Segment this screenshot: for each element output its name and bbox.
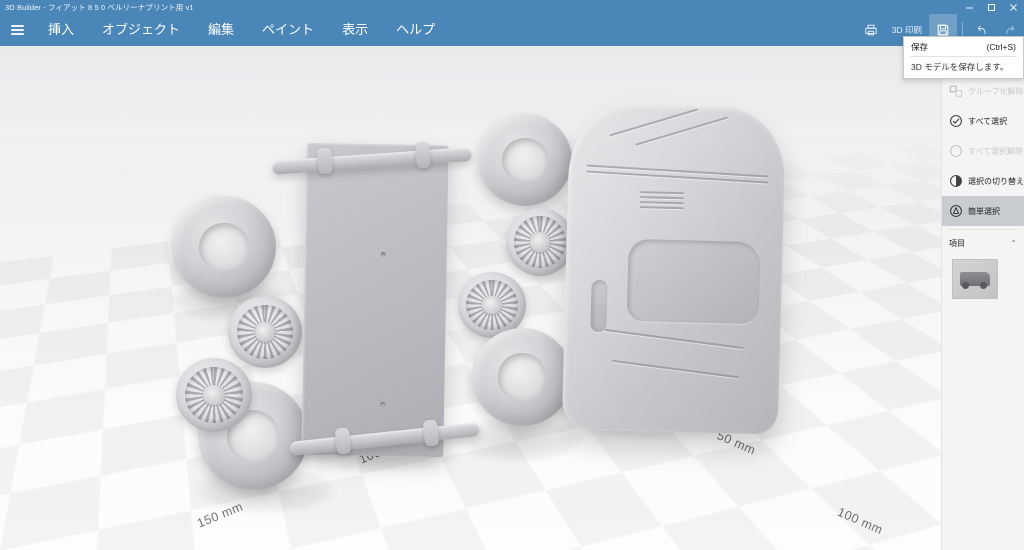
object-panel: グループ グループ化解除 すべて選択 すべて選択解除 — [941, 46, 1024, 550]
model-part-chassis-plate[interactable] — [301, 142, 449, 458]
panel-item-select-all[interactable]: すべて選択 — [942, 106, 1024, 136]
panel-line — [611, 359, 739, 379]
chevron-up-icon: ⌃ — [1010, 239, 1017, 248]
window-title: 3D Builder - フィアット 8 5 0 ベルリーナプリント用 v1 — [5, 2, 194, 12]
select-all-icon — [950, 115, 962, 127]
screw-hole — [380, 252, 386, 258]
panel-item-label: すべて選択 — [968, 116, 1008, 126]
axle-cap — [317, 147, 333, 175]
rim-hub — [203, 384, 225, 406]
items-section-header[interactable]: 項目 ⌃ — [942, 233, 1024, 253]
easy-select-icon — [950, 205, 962, 217]
model-part-rim[interactable] — [176, 358, 252, 432]
menu-help[interactable]: ヘルプ — [382, 14, 449, 46]
vent-slat — [639, 191, 685, 195]
panel-item-label: 簡単選択 — [968, 206, 1000, 216]
model-part-rim[interactable] — [506, 208, 574, 276]
ungroup-icon — [949, 85, 963, 97]
minimize-button[interactable] — [958, 0, 980, 14]
panel-item-deselect-all[interactable]: すべて選択解除 — [942, 136, 1024, 166]
menu-object[interactable]: オブジェクト — [88, 14, 194, 46]
screw-hole — [380, 402, 386, 408]
window-controls — [958, 0, 1024, 14]
model-part-tire[interactable] — [472, 328, 572, 426]
panel-divider — [948, 229, 1018, 230]
app-window: 3D Builder - フィアット 8 5 0 ベルリーナプリント用 v1 挿… — [0, 0, 1024, 550]
save-icon — [937, 24, 949, 36]
roof-line — [609, 108, 699, 137]
3d-viewport[interactable]: 150 mm 100 mm 50 mm 0 mm 50 mm 100 mm — [0, 46, 941, 550]
panel-item-ungroup[interactable]: グループ化解除 — [942, 76, 1024, 106]
model-part-rim[interactable] — [228, 296, 302, 368]
menu-view[interactable]: 表示 — [328, 14, 382, 46]
maximize-button[interactable] — [980, 0, 1002, 14]
print-preview-button[interactable] — [857, 14, 885, 46]
undo-icon — [977, 25, 986, 35]
panel-item-toggle-selection[interactable]: 選択の切り替え — [942, 166, 1024, 196]
menu-insert[interactable]: 挿入 — [34, 14, 88, 46]
model-thumbnail[interactable] — [952, 259, 998, 299]
panel-item-label: グループ化解除 — [968, 86, 1024, 96]
model-part-tire[interactable] — [478, 114, 572, 206]
deselect-all-icon — [950, 145, 962, 157]
toggle-selection-icon — [950, 175, 962, 187]
printer-icon — [865, 24, 877, 36]
axle-cap — [415, 141, 431, 169]
hamburger-menu-icon[interactable] — [0, 14, 34, 46]
body-trim-line — [586, 170, 769, 184]
panel-item-label: 選択の切り替え — [968, 176, 1024, 186]
panel-line — [604, 328, 744, 350]
tooltip-shortcut: (Ctrl+S) — [986, 42, 1016, 52]
menu-paint[interactable]: ペイント — [248, 14, 328, 46]
panel-item-label: すべて選択解除 — [968, 146, 1024, 156]
panel-item-easy-select[interactable]: 簡単選択 — [942, 196, 1024, 226]
vent-slat — [639, 201, 684, 205]
axle-cap — [334, 427, 352, 455]
rim-hub — [530, 232, 550, 252]
tail-light — [590, 279, 608, 333]
tooltip-description: 3D モデルを保存します。 — [911, 62, 1009, 72]
menu-edit[interactable]: 編集 — [194, 14, 248, 46]
3d-print-label: 3D 印刷 — [891, 25, 922, 35]
vent-slat — [639, 206, 684, 210]
save-tooltip: 保存 (Ctrl+S) 3D モデルを保存します。 — [903, 36, 1024, 79]
model-part-car-body[interactable] — [561, 103, 787, 435]
roof-line — [635, 116, 728, 146]
thumbnail-car-shape — [960, 272, 990, 289]
redo-icon — [1006, 25, 1015, 35]
rim-hub — [482, 295, 502, 315]
axle-cap — [422, 419, 440, 447]
title-bar: 3D Builder - フィアット 8 5 0 ベルリーナプリント用 v1 — [0, 0, 1024, 14]
rear-window — [626, 238, 761, 325]
menu-bar: 挿入 オブジェクト 編集 ペイント 表示 ヘルプ 3D 印刷 — [0, 14, 1024, 46]
vent-slat — [639, 196, 684, 200]
tooltip-title: 保存 — [911, 42, 929, 52]
close-button[interactable] — [1002, 0, 1024, 14]
items-section-title: 項目 — [949, 239, 965, 248]
model-part-tire[interactable] — [172, 196, 276, 298]
